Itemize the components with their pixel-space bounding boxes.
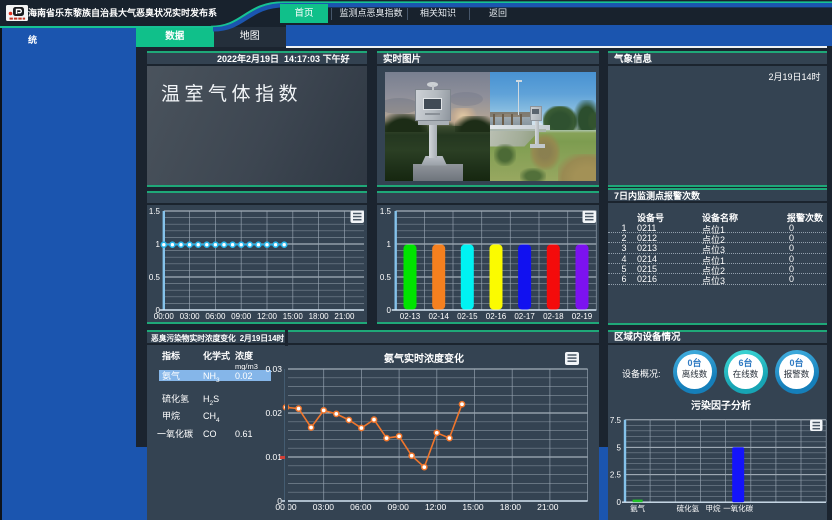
svg-text:02-14: 02-14 — [428, 312, 449, 321]
svg-text:03:00: 03:00 — [313, 502, 335, 512]
svg-text:15:00: 15:00 — [283, 312, 304, 321]
svg-text:硫化氢: 硫化氢 — [677, 503, 700, 513]
svg-text:氨气实时浓度变化: 氨气实时浓度变化 — [384, 352, 464, 365]
svg-text:0: 0 — [387, 306, 392, 315]
svg-text:06:00: 06:00 — [205, 312, 226, 321]
svg-text:00:00: 00:00 — [154, 312, 175, 321]
svg-text:02-18: 02-18 — [543, 312, 564, 321]
svg-text:02-15: 02-15 — [457, 312, 478, 321]
svg-text:1: 1 — [156, 240, 161, 249]
svg-text:0.5: 0.5 — [380, 273, 392, 282]
svg-text:06:00: 06:00 — [350, 502, 372, 512]
svg-text:02-19: 02-19 — [572, 312, 593, 321]
svg-text:02-17: 02-17 — [514, 312, 535, 321]
svg-text:7.5: 7.5 — [610, 415, 622, 424]
svg-text:12:00: 12:00 — [257, 312, 278, 321]
svg-text:污染因子分析: 污染因子分析 — [691, 399, 751, 412]
svg-text:甲烷: 甲烷 — [706, 503, 721, 513]
svg-text:02-13: 02-13 — [400, 312, 421, 321]
svg-text:氨气: 氨气 — [630, 503, 645, 513]
svg-text:18:00: 18:00 — [309, 312, 330, 321]
svg-text:1.5: 1.5 — [149, 207, 161, 216]
svg-text:15:00: 15:00 — [462, 502, 484, 512]
svg-text:09:00: 09:00 — [388, 502, 410, 512]
svg-text:1: 1 — [387, 240, 392, 249]
svg-text:02-16: 02-16 — [486, 312, 507, 321]
svg-text:1.5: 1.5 — [380, 207, 392, 216]
svg-text:12:00: 12:00 — [425, 502, 447, 512]
svg-text:0: 0 — [617, 498, 622, 507]
svg-text:21:00: 21:00 — [334, 312, 355, 321]
svg-text:03:00: 03:00 — [180, 312, 201, 321]
svg-text:5: 5 — [617, 443, 622, 452]
svg-text:0.02: 0.02 — [265, 408, 282, 418]
svg-text:21:00: 21:00 — [537, 502, 559, 512]
svg-text:2.5: 2.5 — [610, 470, 622, 479]
svg-text:18:00: 18:00 — [500, 502, 522, 512]
svg-text:一氧化碳: 一氧化碳 — [723, 503, 753, 513]
svg-text:0.03: 0.03 — [265, 364, 282, 374]
svg-text:0.5: 0.5 — [149, 273, 161, 282]
svg-text:09:00: 09:00 — [231, 312, 252, 321]
